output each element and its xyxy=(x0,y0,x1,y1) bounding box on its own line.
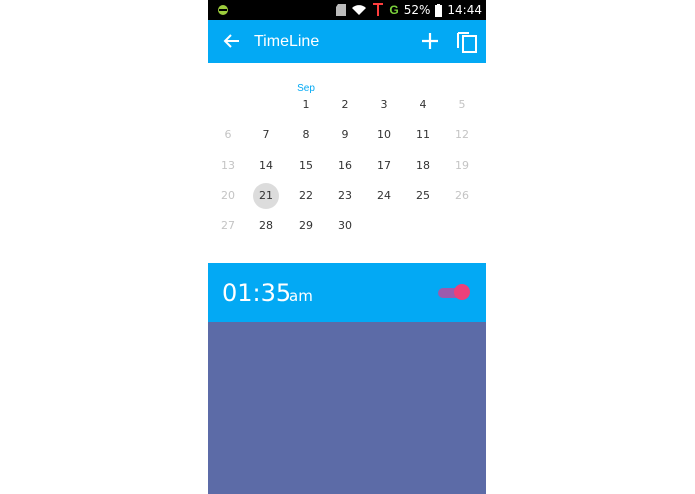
calendar-day[interactable]: 15 xyxy=(293,153,319,179)
app-title: TimeLine xyxy=(254,33,320,50)
calendar-day[interactable]: 24 xyxy=(371,183,397,209)
wifi-icon xyxy=(352,5,367,15)
calendar-day[interactable]: 23 xyxy=(332,183,358,209)
battery-icon xyxy=(435,3,443,17)
android-debug-icon xyxy=(218,5,228,15)
back-arrow-icon[interactable] xyxy=(222,31,242,51)
toggle-thumb[interactable] xyxy=(454,284,470,300)
add-icon[interactable] xyxy=(420,31,440,51)
calendar-day[interactable]: 29 xyxy=(293,213,319,239)
calendar-day[interactable]: 20 xyxy=(215,183,241,209)
alarm-time[interactable]: 01:35 xyxy=(222,279,291,307)
alarm-row[interactable]: 01:35 am xyxy=(208,263,486,322)
calendar-day[interactable]: 8 xyxy=(293,122,319,148)
calendar-day[interactable]: 5 xyxy=(449,92,475,118)
calendar-day[interactable]: 21 xyxy=(253,183,279,209)
status-bar: G 52% 14:44 xyxy=(208,0,486,20)
app-bar: TimeLine xyxy=(208,20,486,63)
calendar-day[interactable]: 26 xyxy=(449,183,475,209)
calendar-day[interactable]: 18 xyxy=(410,153,436,179)
calendar-day[interactable]: 2 xyxy=(332,92,358,118)
calendar-day[interactable]: 1 xyxy=(293,92,319,118)
calendar-day[interactable]: 10 xyxy=(371,122,397,148)
calendar-day[interactable]: 27 xyxy=(215,213,241,239)
calendar-day[interactable]: 3 xyxy=(371,92,397,118)
calendar-day[interactable]: 16 xyxy=(332,153,358,179)
signal-icon xyxy=(373,3,384,16)
sd-card-icon xyxy=(336,4,347,16)
calendar-day[interactable]: 12 xyxy=(449,122,475,148)
calendar-day[interactable]: 28 xyxy=(253,213,279,239)
calendar-day[interactable]: 6 xyxy=(215,122,241,148)
calendar-day[interactable]: 17 xyxy=(371,153,397,179)
network-type: G xyxy=(389,3,399,17)
calendar-month: Sep 1 2 3 4 5 6 7 8 9 10 11 12 13 14 15 16 17 18 19 20 21 22 2… xyxy=(208,63,486,263)
content-panel xyxy=(208,322,486,494)
calendar-day[interactable]: 13 xyxy=(215,153,241,179)
calendar-day[interactable]: 25 xyxy=(410,183,436,209)
status-bar-right: G 52% 14:44 xyxy=(336,0,482,20)
alarm-ampm: am xyxy=(289,287,313,305)
battery-percent: 52% xyxy=(403,3,431,17)
calendar-day[interactable]: 19 xyxy=(449,153,475,179)
calendar-day[interactable]: 11 xyxy=(410,122,436,148)
calendar-day[interactable]: 22 xyxy=(293,183,319,209)
clock: 14:44 xyxy=(447,3,482,17)
calendar-day[interactable]: 7 xyxy=(253,122,279,148)
copy-icon[interactable] xyxy=(455,29,479,53)
calendar-day[interactable]: 9 xyxy=(332,122,358,148)
calendar-day[interactable]: 30 xyxy=(332,213,358,239)
phone-screen: G 52% 14:44 TimeLine Sep 1 2 3 4 5 6 7 8 9 10 11 12… xyxy=(208,0,486,494)
calendar-day[interactable]: 14 xyxy=(253,153,279,179)
calendar-day[interactable]: 4 xyxy=(410,92,436,118)
alarm-toggle[interactable] xyxy=(438,284,472,300)
